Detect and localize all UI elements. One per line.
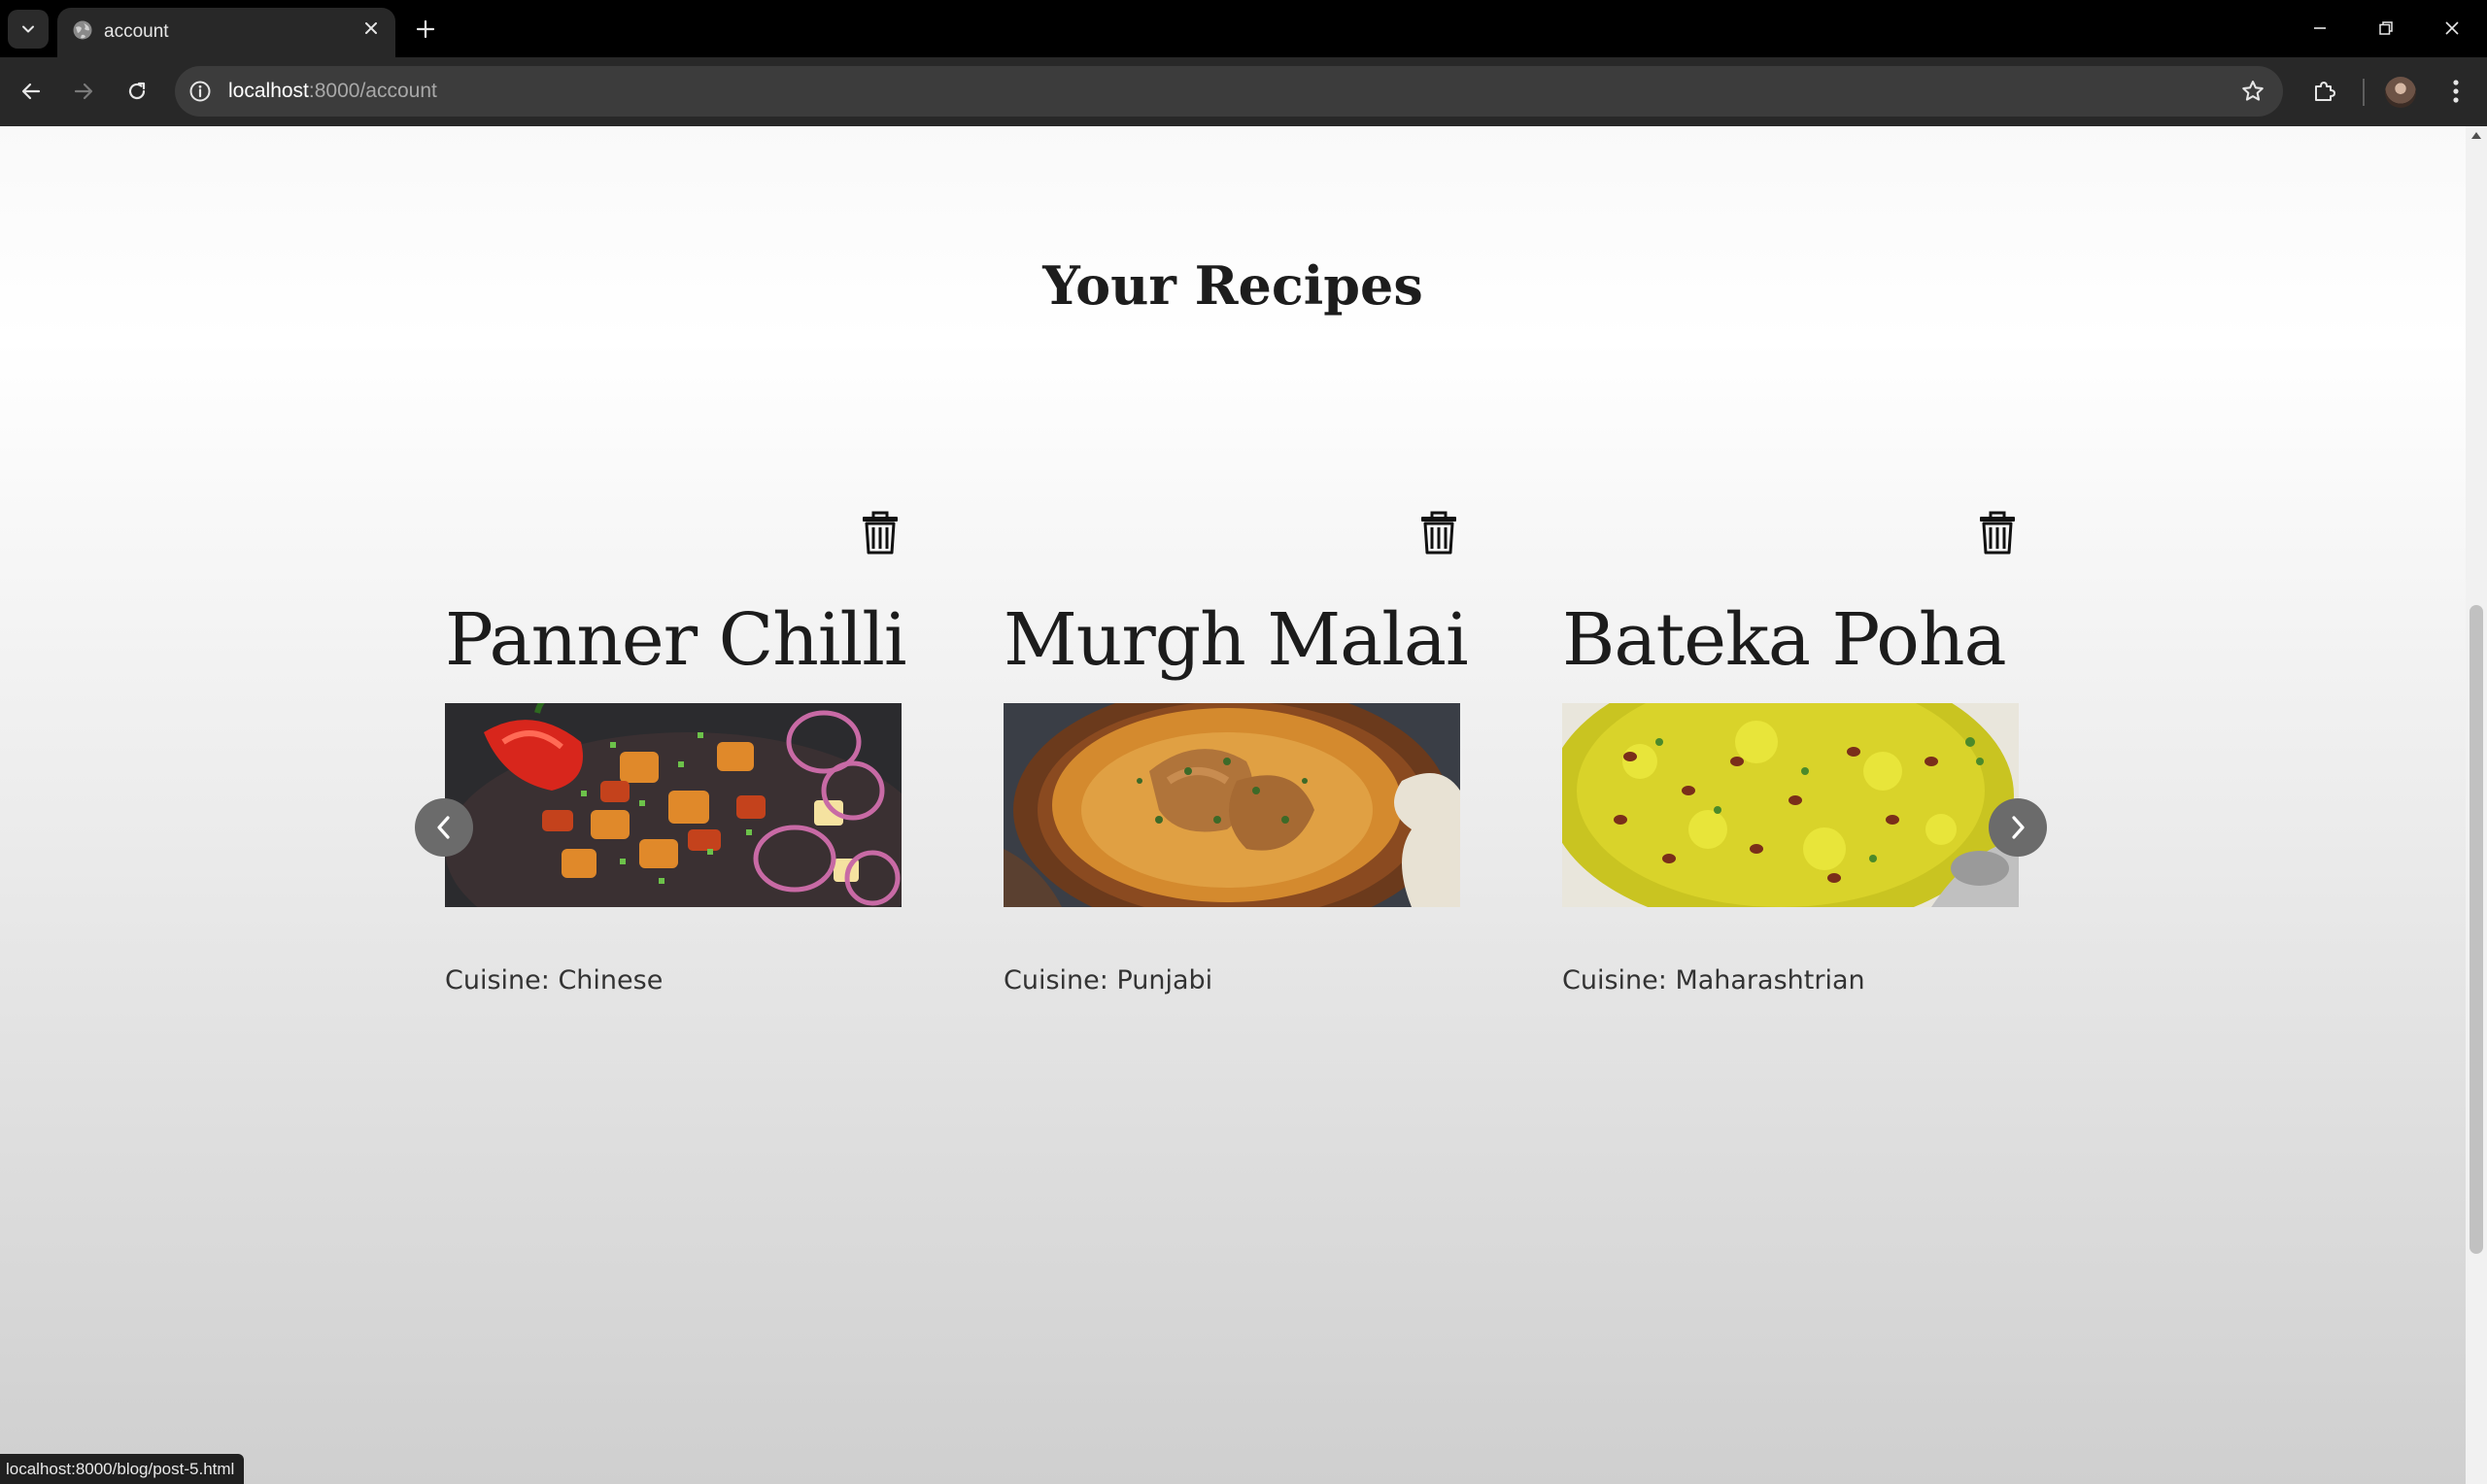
carousel-prev-button[interactable] — [415, 798, 473, 857]
url-path: :8000/account — [308, 80, 437, 102]
chevron-left-icon — [437, 816, 450, 839]
recipe-card: Bateka Poha Cuisine: Maharashtrian — [1562, 509, 2019, 1014]
carousel-next-button[interactable] — [1989, 798, 2047, 857]
trash-icon[interactable] — [861, 509, 900, 556]
paneer-chilli-photo — [445, 703, 902, 907]
url-text: localhost:8000/account — [228, 80, 437, 103]
arrow-right-icon — [74, 83, 93, 100]
more-vertical-icon — [2453, 80, 2459, 103]
trash-icon[interactable] — [1978, 509, 2017, 556]
forward-button[interactable] — [64, 72, 103, 111]
recipe-card: Murgh Malai Cuisine: Punjabi — [1004, 509, 1469, 1014]
star-icon[interactable] — [2240, 79, 2266, 104]
recipe-image[interactable] — [1004, 703, 1460, 907]
scroll-up-arrow[interactable] — [2471, 132, 2481, 139]
tab-search-button[interactable] — [8, 10, 49, 49]
tab-bar: account — [0, 0, 2487, 57]
recipe-title[interactable]: Panner Chilli — [445, 598, 1028, 682]
close-icon — [365, 22, 377, 34]
page-scrollbar[interactable] — [2466, 126, 2487, 1484]
arrow-left-icon — [21, 83, 41, 100]
close-icon — [2445, 21, 2459, 35]
tab-title: account — [104, 21, 169, 42]
chevron-down-icon — [22, 25, 34, 33]
recipe-cuisine: Cuisine: Punjabi — [1004, 965, 1213, 995]
info-icon[interactable] — [188, 80, 212, 103]
browser-toolbar: localhost:8000/account — [0, 57, 2487, 126]
plus-icon — [416, 19, 435, 39]
menu-button[interactable] — [2436, 72, 2475, 111]
back-button[interactable] — [12, 72, 51, 111]
restore-icon — [2379, 21, 2393, 35]
minimize-button[interactable] — [2297, 8, 2343, 49]
recipe-title[interactable]: Bateka Poha — [1562, 598, 2145, 682]
reload-button[interactable] — [118, 72, 156, 111]
page-viewport: Your Recipes Panner Chilli Cuisine: Chin… — [0, 126, 2466, 1484]
section-title: Your Recipes — [1042, 254, 1423, 317]
url-host: localhost — [228, 80, 309, 102]
chevron-right-icon — [2012, 816, 2025, 839]
link-status-bubble: localhost:8000/blog/post-5.html — [0, 1454, 245, 1484]
minimize-icon — [2314, 27, 2326, 29]
toolbar-separator — [2363, 79, 2365, 106]
recipe-title[interactable]: Murgh Malai — [1004, 598, 1586, 682]
profile-avatar[interactable] — [2385, 77, 2416, 108]
tab-close-button[interactable] — [358, 16, 384, 41]
new-tab-button[interactable] — [410, 12, 441, 47]
recipe-cuisine: Cuisine: Maharashtrian — [1562, 965, 1865, 995]
recipe-image[interactable] — [445, 703, 902, 907]
recipe-image[interactable] — [1562, 703, 2019, 907]
browser-tab[interactable]: account — [57, 8, 395, 57]
recipe-card: Panner Chilli Cuisine: Chinese — [445, 509, 907, 1014]
reload-icon — [128, 82, 146, 100]
murgh-malai-photo — [1004, 703, 1460, 907]
close-window-button[interactable] — [2429, 8, 2475, 49]
trash-icon[interactable] — [1419, 509, 1458, 556]
bateka-poha-photo — [1562, 703, 2019, 907]
address-bar[interactable]: localhost:8000/account — [175, 66, 2283, 117]
globe-icon — [73, 20, 92, 40]
scrollbar-thumb[interactable] — [2470, 605, 2483, 1254]
extensions-button[interactable] — [2305, 72, 2344, 111]
restore-button[interactable] — [2363, 8, 2409, 49]
puzzle-icon — [2315, 82, 2335, 101]
recipe-cuisine: Cuisine: Chinese — [445, 965, 664, 995]
